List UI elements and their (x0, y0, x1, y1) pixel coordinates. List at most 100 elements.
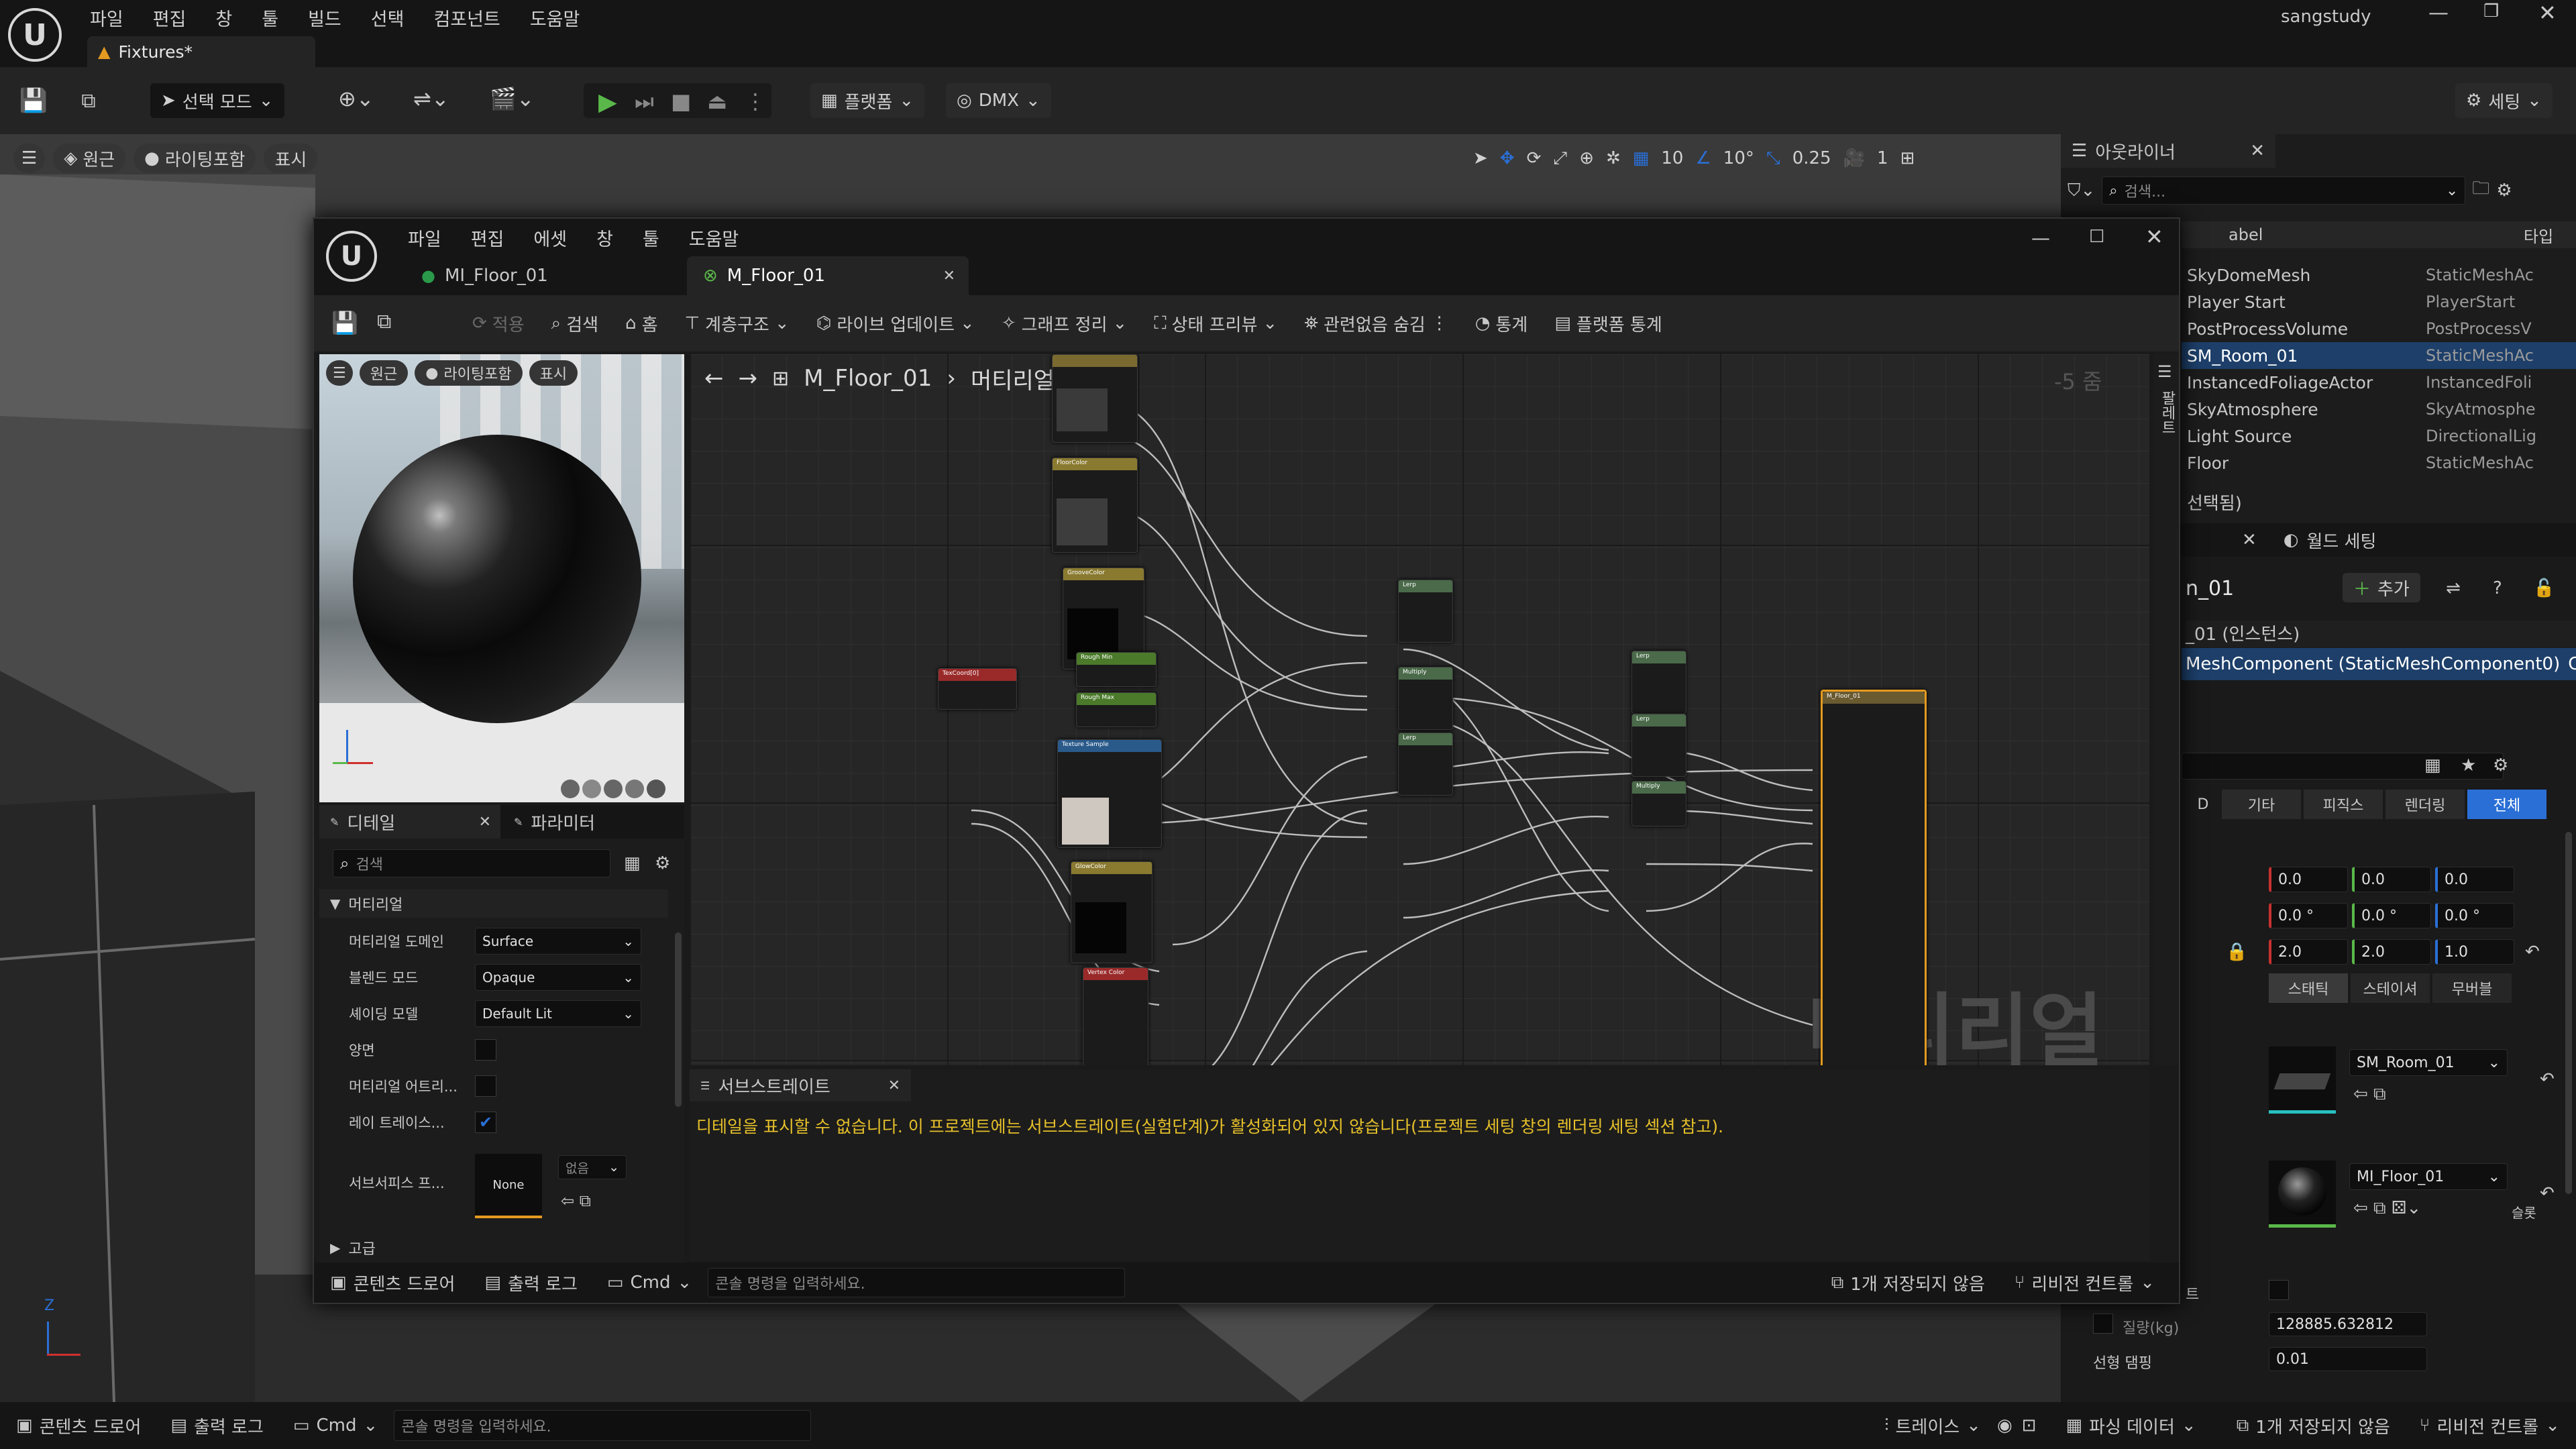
unsaved-button[interactable]: ⧉ 1개 저장되지 않음 (2237, 1413, 2390, 1438)
stop-icon[interactable]: ■ (671, 89, 691, 114)
mat-menu-window[interactable]: 창 (596, 225, 613, 251)
material-property-select[interactable]: Opaque ⌄ (475, 964, 641, 991)
close-window-button[interactable]: ✕ (2538, 0, 2557, 25)
subsurface-dropdown[interactable]: 없음 ⌄ (558, 1155, 627, 1179)
cinematics-button[interactable]: 🎬⌄ (490, 86, 535, 111)
substrate-tab[interactable]: ☰ 서브스트레이트 ✕ (690, 1069, 911, 1102)
more-icon[interactable]: ⋮ (745, 89, 766, 114)
mat-menu-file[interactable]: 파일 (408, 225, 441, 251)
scale-z[interactable]: 1.0 (2435, 939, 2514, 965)
menu-component[interactable]: 컴포넌트 (433, 5, 500, 31)
material-section-header[interactable]: ▼ 머티리얼 (319, 890, 668, 918)
rotation-x[interactable]: 0.0 ° (2269, 903, 2348, 928)
material-property-checkbox[interactable]: ✔ (475, 1112, 496, 1133)
lock-icon[interactable]: 🔓 (2533, 578, 2555, 598)
gear-icon[interactable]: ⚙ (2493, 755, 2508, 775)
mass-checkbox[interactable] (2093, 1313, 2113, 1334)
cylinder-icon[interactable] (561, 780, 580, 798)
camera-speed-value[interactable]: 1 (1877, 148, 1888, 168)
unreal-logo-icon[interactable]: U (8, 8, 62, 62)
graph-node-lerp-4[interactable]: Lerp (1631, 714, 1686, 777)
record-button[interactable]: ◉ ⊡ (1997, 1415, 2036, 1436)
details-search-input[interactable] (2182, 753, 2504, 780)
apply-button[interactable]: ⟳ 적용 (472, 311, 525, 336)
location-y[interactable]: 0.0 (2352, 867, 2431, 892)
rotation-z[interactable]: 0.0 ° (2435, 903, 2514, 928)
scale-tool-icon[interactable]: ⤢ (1553, 148, 1567, 169)
reset-icon[interactable]: ↶ (2525, 942, 2540, 962)
outliner-row[interactable]: Light Source DirectionalLig (2182, 423, 2576, 449)
platform-stats-button[interactable]: ▤ 플랫폼 통계 (1554, 311, 1662, 336)
outliner-search-input[interactable]: ⌕ 검색... ⌄ (2102, 176, 2466, 205)
palette-sidebar[interactable]: ☰ 팔레트 (2153, 354, 2179, 1065)
details-scrollbar[interactable] (2565, 832, 2572, 1194)
star-icon[interactable]: ★ (2461, 755, 2476, 775)
browse-icon[interactable]: ⧉ (377, 310, 391, 333)
details-tab[interactable]: ✎ 디테일 ✕ (319, 805, 500, 839)
outliner-row[interactable]: PostProcessVolume PostProcessV (2182, 315, 2576, 342)
outliner-row[interactable]: SM_Room_01 StaticMeshAc (2182, 342, 2576, 369)
cube-shape-icon[interactable] (625, 780, 644, 798)
subsurface-thumbnail[interactable]: None (475, 1154, 542, 1218)
surface-snap-icon[interactable]: ✲ (1606, 148, 1621, 168)
component-row[interactable]: MeshComponent (StaticMeshComponent0) C (2182, 648, 2576, 680)
mobility-stationary[interactable]: 스테이셔 (2351, 973, 2430, 1003)
mat-close-button[interactable]: ✕ (2145, 224, 2163, 250)
viewport-menu-button[interactable]: ☰ (13, 144, 46, 173)
location-x[interactable]: 0.0 (2269, 867, 2348, 892)
platforms-button[interactable]: ▦ 플랫폼 ⌄ (810, 83, 925, 118)
scale-y[interactable]: 2.0 (2352, 939, 2431, 965)
gear-icon[interactable]: ⚙ (2496, 180, 2512, 201)
damping-input[interactable]: 0.01 (2269, 1347, 2427, 1371)
menu-build[interactable]: 빌드 (308, 5, 341, 31)
close-icon[interactable]: ✕ (943, 268, 955, 284)
perspective-button[interactable]: ◈ 원근 (53, 144, 126, 173)
close-icon[interactable]: ✕ (479, 814, 491, 830)
mobility-static[interactable]: 스태틱 (2269, 973, 2348, 1003)
gear-icon[interactable]: ⚙ (655, 853, 670, 873)
select-tool-icon[interactable]: ➤ (1473, 148, 1488, 168)
outliner-tab[interactable]: ☰ 아웃라이너 ✕ (2061, 134, 2275, 168)
location-z[interactable]: 0.0 (2435, 867, 2514, 892)
browse-icon[interactable]: ⧉ (74, 86, 103, 115)
output-log-button[interactable]: ▤ 출력 로그 (170, 1413, 264, 1438)
graph-node-rough-min[interactable]: Rough Min (1076, 652, 1157, 687)
home-button[interactable]: ⌂ 홈 (625, 311, 657, 336)
select-mode-button[interactable]: ➤ 선택 모드 ⌄ (150, 83, 284, 118)
advanced-section-header[interactable]: ▶ 고급 (319, 1234, 668, 1261)
cmd-input[interactable]: 콘솔 명령을 입력하세요. (394, 1410, 812, 1441)
property-checkbox[interactable] (2269, 1280, 2289, 1300)
graph-node-lerp-3[interactable]: Lerp (1631, 651, 1686, 714)
angle-snap-value[interactable]: 10° (1723, 148, 1754, 168)
scale-snap-value[interactable]: 0.25 (1792, 148, 1831, 168)
settings-button[interactable]: ⚙ 세팅 ⌄ (2455, 83, 2553, 118)
filter-tab-misc[interactable]: 기타 (2222, 790, 2301, 819)
filter-icon[interactable]: ⛉⌄ (2068, 180, 2095, 201)
mat-revision-button[interactable]: ⑂ 리비전 컨트롤 ⌄ (2015, 1271, 2155, 1295)
add-component-button[interactable]: ＋ 추가 (2343, 573, 2420, 602)
instance-row[interactable]: _01 (인스턴스) (2186, 621, 2576, 647)
mat-content-drawer-button[interactable]: ▣ 콘텐츠 드로어 (330, 1271, 455, 1295)
graph-node-multiply-1[interactable]: Multiply (1398, 667, 1453, 730)
rotate-tool-icon[interactable]: ⟳ (1527, 148, 1542, 168)
unreal-logo-icon[interactable]: U (326, 231, 377, 282)
filter-tab-physics[interactable]: 피직스 (2304, 790, 2383, 819)
graph-node-material-result[interactable]: M_Floor_01 (1821, 690, 1927, 1065)
material-thumbnail[interactable] (2269, 1161, 2336, 1228)
preview-lit-button[interactable]: ● 라이팅포함 (415, 360, 523, 386)
clean-graph-button[interactable]: ✧ 그래프 정리 ⌄ (1002, 311, 1127, 336)
plane-icon[interactable] (604, 780, 623, 798)
revision-button[interactable]: ⑂ 리비전 컨트롤 ⌄ (2420, 1413, 2560, 1438)
graph-node-rough-max[interactable]: Rough Max (1076, 692, 1157, 727)
graph-node-texture-top[interactable] (1052, 354, 1138, 443)
filter-tab-all[interactable]: 전체 (2467, 790, 2546, 819)
close-icon[interactable]: ✕ (888, 1077, 900, 1094)
preview-menu-button[interactable]: ☰ (326, 360, 353, 386)
lit-button[interactable]: ● 라이팅포함 (133, 144, 256, 173)
filter-tab-rendering[interactable]: 렌더링 (2385, 790, 2465, 819)
table-icon[interactable]: ▦ (624, 853, 641, 873)
filter-tab-0[interactable]: D (2184, 796, 2222, 813)
scale-x[interactable]: 2.0 (2269, 939, 2348, 965)
save-icon[interactable]: 💾 (19, 86, 48, 115)
restore-button[interactable]: ❐ (2483, 1, 2499, 21)
